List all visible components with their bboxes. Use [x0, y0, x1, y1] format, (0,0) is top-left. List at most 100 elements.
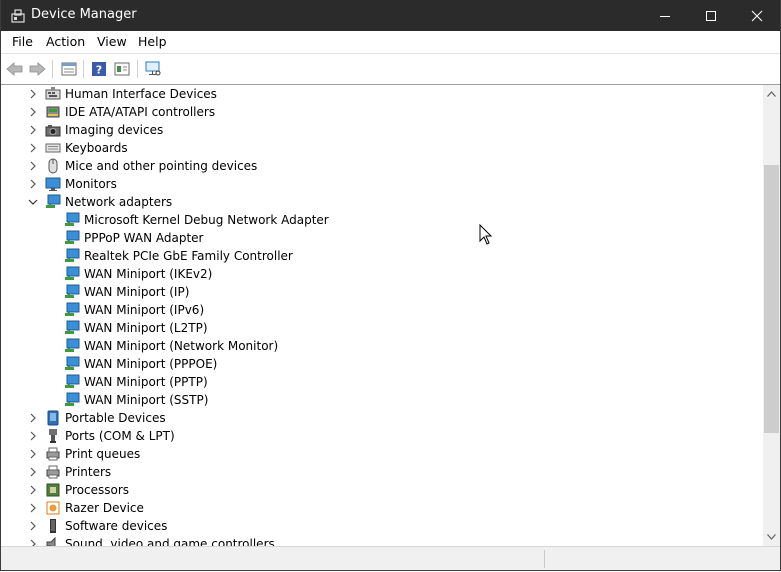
menu-action[interactable]: Action — [46, 34, 85, 49]
svg-text:?: ? — [96, 64, 102, 77]
close-icon — [751, 10, 763, 21]
minimize-button[interactable] — [642, 0, 688, 31]
toolbar-separator — [83, 60, 84, 78]
tree-category-ports-com-lpt[interactable]: Ports (COM & LPT) — [30, 427, 175, 445]
tree-item-label: Mice and other pointing devices — [65, 159, 258, 173]
chevron-right-icon[interactable] — [28, 143, 38, 153]
tree-device-wan-miniport-l2tp[interactable]: WAN Miniport (L2TP) — [64, 319, 208, 337]
tree-item-label: Monitors — [65, 177, 117, 191]
tree-device-wan-miniport-network-monitor[interactable]: WAN Miniport (Network Monitor) — [64, 337, 278, 355]
tree-category-print-queues[interactable]: Print queues — [30, 445, 141, 463]
forward-button[interactable] — [27, 59, 47, 79]
nic-child-icon — [65, 356, 80, 370]
tree-item-label: Printers — [65, 465, 112, 479]
tree-category-sound-video-and-game-controllers[interactable]: Sound, video and game controllers — [30, 535, 275, 546]
chevron-right-icon[interactable] — [28, 467, 38, 477]
tree-device-wan-miniport-ikev2[interactable]: WAN Miniport (IKEv2) — [64, 265, 212, 283]
chevron-right-icon[interactable] — [28, 179, 38, 189]
forward-arrow-icon — [29, 62, 46, 76]
nic-child-icon — [65, 374, 80, 388]
vertical-scrollbar[interactable] — [763, 85, 780, 546]
tree-device-wan-miniport-pppoe[interactable]: WAN Miniport (PPPOE) — [64, 355, 217, 373]
chevron-right-icon[interactable] — [28, 449, 38, 459]
status-bar — [1, 546, 780, 570]
menu-file[interactable]: File — [12, 34, 33, 49]
nic-child-icon — [65, 248, 80, 262]
chevron-right-icon[interactable] — [28, 431, 38, 441]
tree-category-human-interface-devices[interactable]: Human Interface Devices — [30, 85, 217, 103]
scroll-down-icon[interactable] — [767, 534, 776, 540]
tree-category-printers[interactable]: Printers — [30, 463, 112, 481]
tree-category-network-adapters[interactable]: Network adapters — [28, 193, 172, 211]
window-title: Device Manager — [31, 7, 137, 22]
tree-item-label: WAN Miniport (PPPOE) — [84, 357, 218, 371]
tree-item-label: Imaging devices — [65, 123, 164, 137]
nic-child-icon — [65, 392, 80, 406]
tree-device-pppop-wan-adapter[interactable]: PPPoP WAN Adapter — [64, 229, 204, 247]
device-tree[interactable]: Human Interface Devices IDE ATA/ATAPI con… — [1, 85, 763, 546]
chevron-right-icon[interactable] — [28, 125, 38, 135]
tree-category-software-devices[interactable]: Software devices — [30, 517, 167, 535]
portable-device-icon — [47, 410, 59, 426]
nic-child-icon — [65, 302, 80, 316]
tree-category-monitors[interactable]: Monitors — [30, 175, 117, 193]
nic-child-icon — [65, 320, 80, 334]
nic-child-icon — [65, 230, 80, 244]
tree-device-wan-miniport-ipv6[interactable]: WAN Miniport (IPv6) — [64, 301, 204, 319]
menu-help[interactable]: Help — [138, 34, 167, 49]
tree-item-label: Ports (COM & LPT) — [65, 429, 175, 443]
tree-device-wan-miniport-ip[interactable]: WAN Miniport (IP) — [64, 283, 189, 301]
tree-device-wan-miniport-sstp[interactable]: WAN Miniport (SSTP) — [64, 391, 208, 409]
tree-item-label: Microsoft Kernel Debug Network Adapter — [84, 213, 329, 227]
ide-controller-icon — [46, 106, 60, 118]
tree-item-label: Processors — [65, 483, 130, 497]
tree-category-processors[interactable]: Processors — [30, 481, 130, 499]
chevron-right-icon[interactable] — [28, 89, 38, 99]
tree-category-keyboards[interactable]: Keyboards — [30, 139, 128, 157]
tree-category-ide-ata-atapi-controllers[interactable]: IDE ATA/ATAPI controllers — [30, 103, 215, 121]
chevron-down-icon[interactable] — [28, 197, 38, 207]
monitor-icon — [45, 177, 61, 191]
sound-icon — [46, 536, 56, 546]
tree-item-label: Portable Devices — [65, 411, 166, 425]
chevron-right-icon[interactable] — [28, 485, 38, 495]
tree-category-mice-and-other-pointing-devices[interactable]: Mice and other pointing devices — [30, 157, 258, 175]
chevron-right-icon[interactable] — [28, 503, 38, 513]
tree-item-label: WAN Miniport (IPv6) — [84, 303, 205, 317]
network-adapter-icon — [46, 194, 61, 208]
chevron-right-icon[interactable] — [28, 521, 38, 531]
tree-category-portable-devices[interactable]: Portable Devices — [30, 409, 166, 427]
tree-device-microsoft-kernel-debug-network-adapter[interactable]: Microsoft Kernel Debug Network Adapter — [64, 211, 329, 229]
tree-category-imaging-devices[interactable]: Imaging devices — [30, 121, 164, 139]
minimize-icon — [660, 15, 670, 17]
tree-item-label: Realtek PCIe GbE Family Controller — [84, 249, 293, 263]
tree-device-wan-miniport-pptp[interactable]: WAN Miniport (PPTP) — [64, 373, 208, 391]
toolbar-separator — [137, 60, 138, 78]
title-bar[interactable]: Device Manager — [1, 0, 780, 31]
port-icon — [49, 429, 57, 443]
menu-view[interactable]: View — [97, 34, 127, 49]
maximize-button[interactable] — [688, 0, 734, 31]
print-queue-icon — [46, 447, 60, 461]
hid-icon — [45, 87, 61, 100]
scroll-up-icon[interactable] — [767, 91, 776, 97]
chevron-right-icon[interactable] — [28, 161, 38, 171]
update-driver-button[interactable] — [112, 59, 132, 79]
tree-item-label: Keyboards — [65, 141, 128, 155]
properties-button[interactable] — [59, 59, 79, 79]
back-button[interactable] — [5, 59, 25, 79]
toolbar: ? — [1, 53, 780, 85]
tree-device-realtek-pcie-gbe-family-controller[interactable]: Realtek PCIe GbE Family Controller — [64, 247, 293, 265]
scan-hardware-button[interactable] — [143, 59, 163, 79]
close-button[interactable] — [734, 0, 780, 31]
properties-icon — [61, 62, 77, 76]
chevron-right-icon[interactable] — [28, 539, 38, 546]
scrollbar-thumb[interactable] — [764, 165, 779, 433]
help-button[interactable]: ? — [89, 59, 109, 79]
tree-category-razer-device[interactable]: Razer Device — [30, 499, 144, 517]
tree-item-label: Print queues — [65, 447, 141, 461]
tree-item-label: Sound, video and game controllers — [65, 537, 275, 546]
chevron-right-icon[interactable] — [28, 413, 38, 423]
tree-item-label: Razer Device — [65, 501, 144, 515]
chevron-right-icon[interactable] — [28, 107, 38, 117]
